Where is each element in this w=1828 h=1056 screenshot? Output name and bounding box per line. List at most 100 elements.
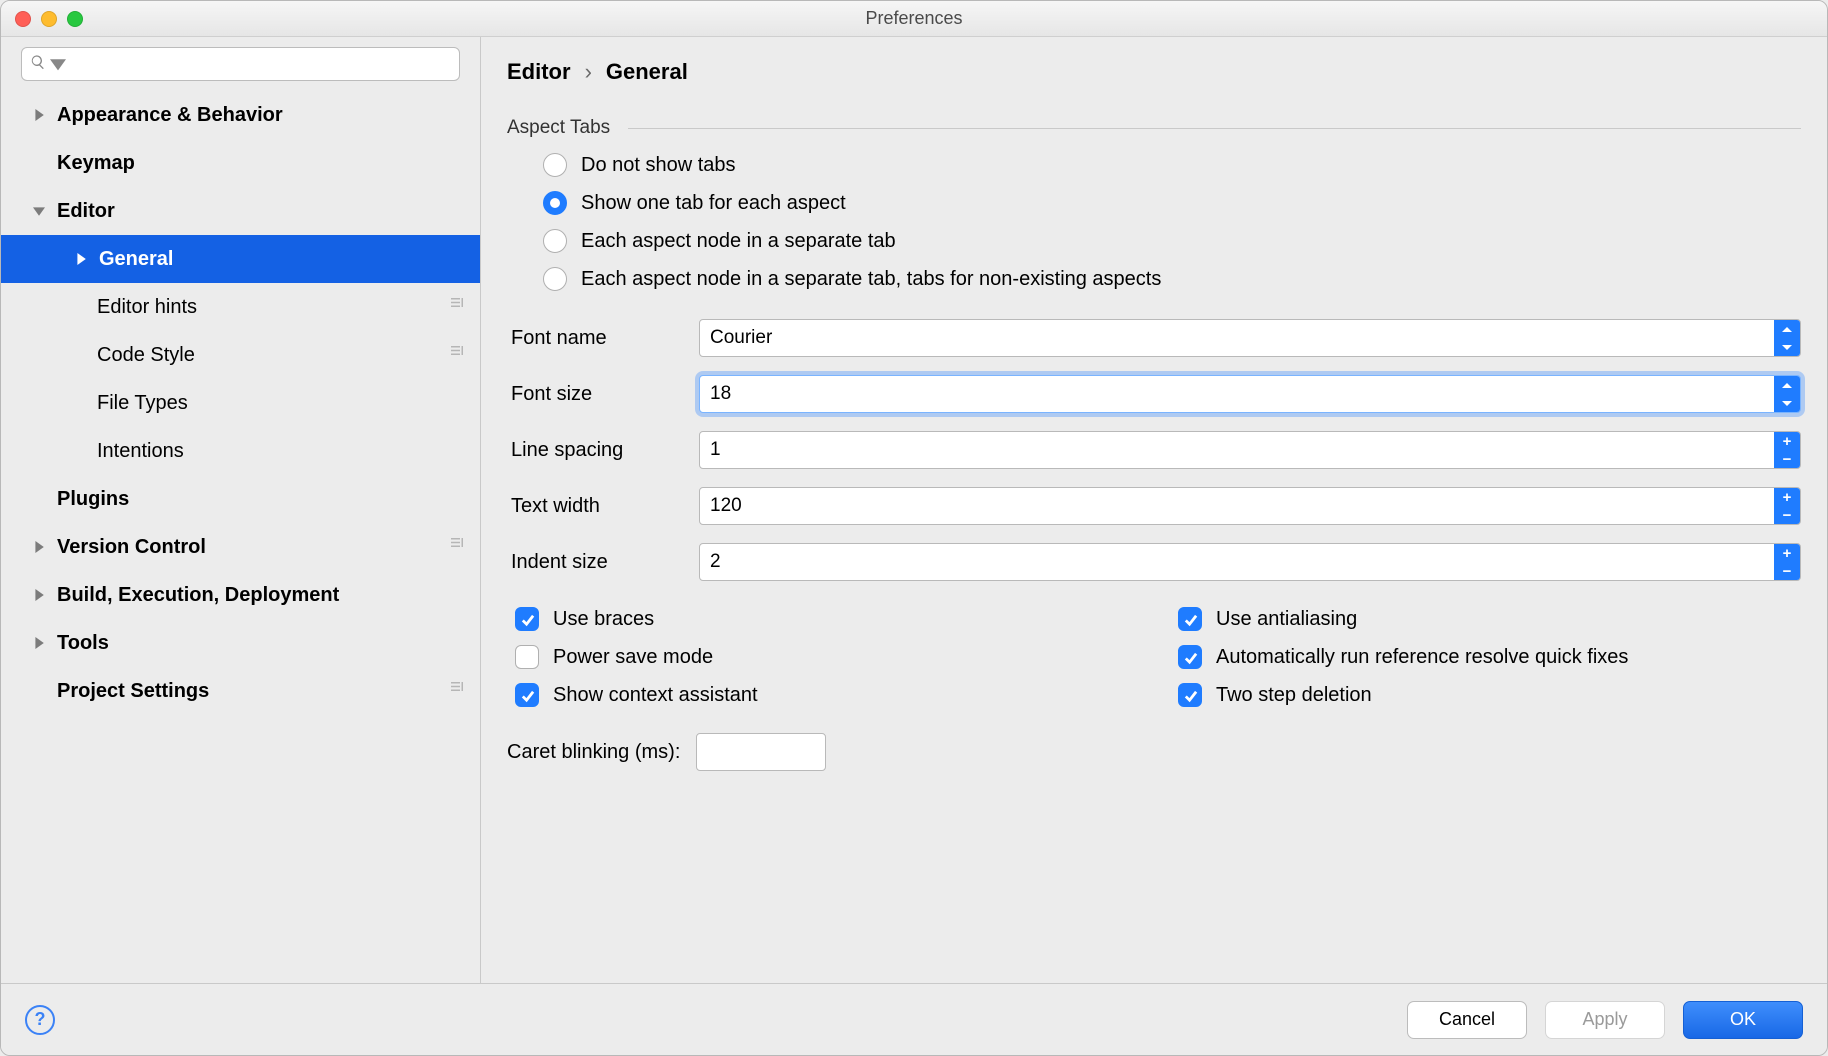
two-step-deletion-label: Two step deletion [1216, 684, 1372, 707]
caret-blinking-label: Caret blinking (ms): [507, 741, 680, 764]
sidebar-item-editor[interactable]: Editor [1, 187, 480, 235]
text-width-field[interactable]: +− [699, 487, 1801, 525]
sidebar-item-tools[interactable]: Tools [1, 619, 480, 667]
sidebar-item-file-types[interactable]: File Types [1, 379, 480, 427]
stepper-down-icon[interactable]: − [1774, 562, 1800, 580]
disclosure-right-icon[interactable] [29, 589, 49, 601]
radio-button[interactable] [543, 191, 567, 215]
use-antialiasing-checkbox-row[interactable]: Use antialiasing [1178, 607, 1801, 631]
indent-size-input[interactable] [700, 544, 1774, 580]
font-size-field[interactable] [699, 375, 1801, 413]
caret-blinking-input[interactable] [697, 734, 826, 770]
caret-blinking-row: Caret blinking (ms): + − [507, 733, 1801, 771]
aspect-tabs-option-2[interactable]: Each aspect node in a separate tab [543, 229, 1801, 253]
line-spacing-stepper[interactable]: +− [1774, 432, 1800, 468]
sidebar-item-label: Code Style [97, 344, 448, 367]
use-braces-checkbox-row[interactable]: Use braces [515, 607, 1138, 631]
aspect-tabs-radio-group: Do not show tabs Show one tab for each as… [507, 153, 1801, 291]
sidebar-item-label: File Types [97, 392, 466, 415]
stepper-down-icon[interactable]: − [1774, 506, 1800, 524]
zoom-window-button[interactable] [67, 11, 83, 27]
sidebar-item-project-settings[interactable]: Project Settings [1, 667, 480, 715]
scope-badge-icon [448, 295, 466, 319]
aspect-tabs-title: Aspect Tabs [507, 117, 610, 139]
use-antialiasing-checkbox[interactable] [1178, 607, 1202, 631]
sidebar-item-code-style[interactable]: Code Style [1, 331, 480, 379]
stepper-up-icon[interactable] [1774, 320, 1800, 338]
sidebar-item-label: Project Settings [57, 680, 448, 703]
font-size-stepper[interactable] [1774, 376, 1800, 412]
font-name-input[interactable] [700, 320, 1774, 356]
breadcrumb-separator: › [585, 59, 592, 85]
sidebar-item-label: Build, Execution, Deployment [57, 584, 466, 607]
power-save-checkbox[interactable] [515, 645, 539, 669]
stepper-up-icon[interactable]: + [1774, 544, 1800, 562]
sidebar-item-label: General [99, 248, 466, 271]
radio-button[interactable] [543, 229, 567, 253]
auto-quick-fixes-checkbox[interactable] [1178, 645, 1202, 669]
indent-size-stepper[interactable]: +− [1774, 544, 1800, 580]
stepper-up-icon[interactable]: + [1774, 488, 1800, 506]
disclosure-down-icon[interactable] [29, 205, 49, 217]
scope-badge-icon [448, 535, 466, 559]
aspect-tabs-group-header: Aspect Tabs [507, 117, 1801, 139]
text-width-stepper[interactable]: +− [1774, 488, 1800, 524]
font-name-field[interactable] [699, 319, 1801, 357]
sidebar-item-version-control[interactable]: Version Control [1, 523, 480, 571]
font-size-input[interactable] [700, 376, 1774, 412]
stepper-up-icon[interactable]: + [1774, 432, 1800, 450]
line-spacing-input[interactable] [700, 432, 1774, 468]
sidebar-item-plugins[interactable]: Plugins [1, 475, 480, 523]
show-context-assistant-checkbox[interactable] [515, 683, 539, 707]
divider [628, 128, 1801, 129]
apply-button[interactable]: Apply [1545, 1001, 1665, 1039]
disclosure-right-icon[interactable] [29, 109, 49, 121]
window-title: Preferences [1, 8, 1827, 29]
power-save-checkbox-row[interactable]: Power save mode [515, 645, 1138, 669]
font-fields: Font nameFont sizeLine spacing+−Text wid… [507, 319, 1801, 581]
indent-size-field[interactable]: +− [699, 543, 1801, 581]
sidebar-item-general[interactable]: General [1, 235, 480, 283]
preferences-window: Preferences Appearance & BehaviorKeymapE… [0, 0, 1828, 1056]
settings-tree[interactable]: Appearance & BehaviorKeymap Editor General… [1, 91, 480, 983]
breadcrumb-root: Editor [507, 59, 571, 85]
stepper-down-icon[interactable] [1774, 394, 1800, 412]
disclosure-right-icon[interactable] [71, 253, 91, 265]
radio-button[interactable] [543, 267, 567, 291]
aspect-tabs-option-0[interactable]: Do not show tabs [543, 153, 1801, 177]
aspect-tabs-option-3[interactable]: Each aspect node in a separate tab, tabs… [543, 267, 1801, 291]
indent-size-label: Indent size [511, 551, 683, 574]
stepper-down-icon[interactable] [1774, 338, 1800, 356]
search-input[interactable] [70, 54, 451, 74]
minimize-window-button[interactable] [41, 11, 57, 27]
two-step-deletion-checkbox[interactable] [1178, 683, 1202, 707]
text-width-input[interactable] [700, 488, 1774, 524]
use-antialiasing-label: Use antialiasing [1216, 608, 1357, 631]
sidebar-item-label: Editor [57, 200, 466, 223]
line-spacing-field[interactable]: +− [699, 431, 1801, 469]
disclosure-right-icon[interactable] [29, 637, 49, 649]
show-context-assistant-checkbox-row[interactable]: Show context assistant [515, 683, 1138, 707]
radio-button[interactable] [543, 153, 567, 177]
help-button[interactable]: ? [25, 1005, 55, 1035]
aspect-tabs-option-1[interactable]: Show one tab for each aspect [543, 191, 1801, 215]
stepper-up-icon[interactable] [1774, 376, 1800, 394]
settings-panel: Editor › General Aspect Tabs Do not show… [481, 37, 1827, 983]
font-name-stepper[interactable] [1774, 320, 1800, 356]
disclosure-right-icon[interactable] [29, 541, 49, 553]
close-window-button[interactable] [15, 11, 31, 27]
sidebar-item-intentions[interactable]: Intentions [1, 427, 480, 475]
caret-blinking-field[interactable]: + − [696, 733, 826, 771]
use-braces-checkbox[interactable] [515, 607, 539, 631]
stepper-down-icon[interactable]: − [1774, 450, 1800, 468]
sidebar-item-editor-hints[interactable]: Editor hints [1, 283, 480, 331]
sidebar-item-label: Version Control [57, 536, 448, 559]
cancel-button[interactable]: Cancel [1407, 1001, 1527, 1039]
search-field[interactable] [21, 47, 460, 81]
ok-button[interactable]: OK [1683, 1001, 1803, 1039]
sidebar-item-appearance-behavior[interactable]: Appearance & Behavior [1, 91, 480, 139]
sidebar-item-build-execution-deployment[interactable]: Build, Execution, Deployment [1, 571, 480, 619]
sidebar-item-keymap[interactable]: Keymap [1, 139, 480, 187]
two-step-deletion-checkbox-row[interactable]: Two step deletion [1178, 683, 1801, 707]
auto-quick-fixes-checkbox-row[interactable]: Automatically run reference resolve quic… [1178, 645, 1801, 669]
